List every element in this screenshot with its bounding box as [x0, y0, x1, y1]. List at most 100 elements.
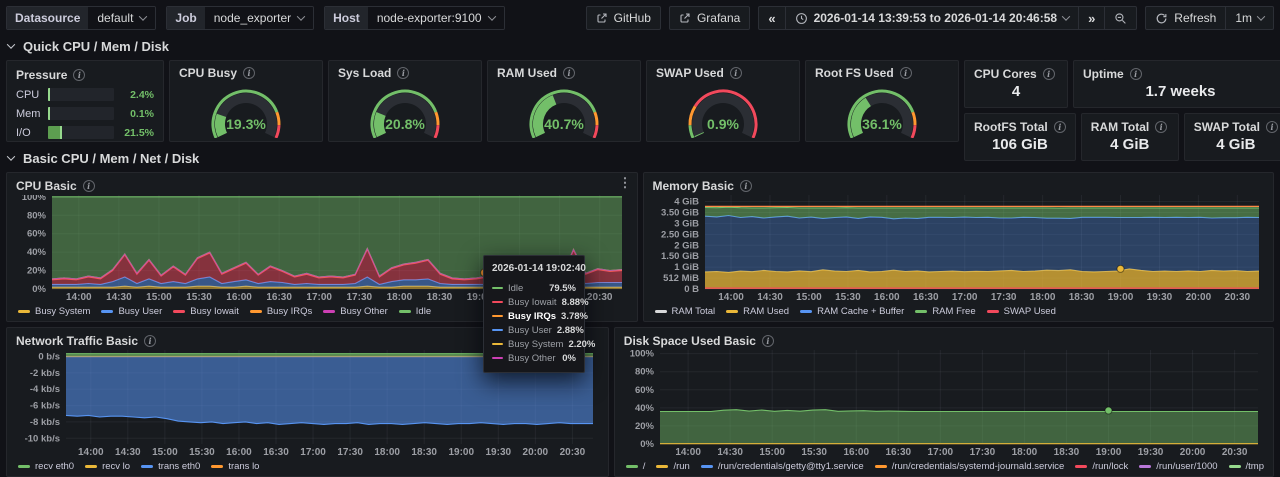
legend-item-busy-user[interactable]: Busy User [101, 306, 162, 317]
info-icon[interactable]: i [900, 67, 912, 79]
panel-title[interactable]: RootFS Total [974, 120, 1048, 134]
chevron-down-icon [1257, 12, 1265, 20]
refresh-button[interactable]: Refresh [1145, 6, 1226, 30]
gauge-panel-cpu-busy: CPU Busy i19.3% [169, 60, 323, 142]
svg-text:20%: 20% [635, 421, 655, 432]
svg-text:60%: 60% [635, 385, 655, 396]
legend-label: Busy Iowait [190, 306, 239, 317]
memory-basic-chart[interactable]: 0 B512 MiB1 GiB1.50 GiB2 GiB2.50 GiB3 Gi… [653, 195, 1265, 303]
legend-item-ram-cache-buffer[interactable]: RAM Cache + Buffer [800, 306, 904, 317]
disk-space-chart[interactable]: 0%20%40%60%80%100%14:0014:3015:0015:3016… [624, 350, 1264, 458]
panel-title[interactable]: SWAP Total [1194, 120, 1260, 134]
svg-text:-2 kb/s: -2 kb/s [30, 368, 60, 379]
legend-item-swap-used[interactable]: SWAP Used [987, 306, 1056, 317]
panel-title[interactable]: Network Traffic Basic [16, 334, 138, 348]
legend-item-run[interactable]: /run [656, 461, 689, 472]
gauge: 19.3% [179, 80, 313, 138]
info-icon[interactable]: i [144, 335, 156, 347]
info-icon[interactable]: i [1054, 121, 1066, 133]
info-icon[interactable]: i [397, 67, 409, 79]
info-icon[interactable]: i [73, 69, 85, 81]
legend-item-busy-irqs[interactable]: Busy IRQs [250, 306, 312, 317]
time-shift-back-button[interactable]: « [758, 6, 785, 30]
legend-item-tmp[interactable]: /tmp [1229, 461, 1264, 472]
variable-job-select[interactable]: node_exporter [205, 7, 313, 29]
panel-title[interactable]: CPU Cores [974, 67, 1037, 81]
tooltip-series-name: Busy User [508, 325, 552, 336]
panel-title[interactable]: RAM Used [497, 66, 557, 80]
tooltip-series-value: 79.5% [549, 283, 576, 294]
svg-text:16:30: 16:30 [885, 447, 911, 458]
legend-item-ram-free[interactable]: RAM Free [915, 306, 975, 317]
gauge: 20.8% [338, 80, 472, 138]
panel-title[interactable]: Memory Basic [653, 179, 734, 193]
info-icon[interactable]: i [740, 180, 752, 192]
tooltip-row-busy-system: Busy System2.20% [492, 337, 576, 351]
legend-item-ram-total[interactable]: RAM Total [655, 306, 716, 317]
tooltip-series-name: Busy IRQs [508, 311, 556, 322]
legend-item-run-user-1000[interactable]: /run/user/1000 [1139, 461, 1217, 472]
legend-item-ram-used[interactable]: RAM Used [726, 306, 789, 317]
variable-host-select[interactable]: node-exporter:9100 [368, 7, 504, 29]
legend-item-busy-system[interactable]: Busy System [18, 306, 90, 317]
template-variables: Datasource default Job node_exporter Hos… [6, 6, 505, 30]
panel-title[interactable]: Root FS Used [815, 66, 894, 80]
panel-title[interactable]: SWAP Used [656, 66, 724, 80]
section-quick-cpu-mem-disk[interactable]: Quick CPU / Mem / Disk [8, 36, 1274, 56]
legend-item-busy-iowait[interactable]: Busy Iowait [173, 306, 239, 317]
section-title: Quick CPU / Mem / Disk [23, 39, 169, 54]
legend-label: Busy User [118, 306, 162, 317]
legend-label: /run/credentials/getty@tty1.service [718, 461, 864, 472]
github-link-button[interactable]: GitHub [586, 6, 661, 30]
panel-title[interactable]: CPU Basic [16, 179, 77, 193]
time-range-picker[interactable]: 2026-01-14 13:39:53 to 2026-01-14 20:46:… [785, 6, 1080, 30]
legend-label: RAM Total [672, 306, 716, 317]
legend-item-trans-eth0[interactable]: trans eth0 [141, 461, 200, 472]
legend-item-busy-other[interactable]: Busy Other [323, 306, 388, 317]
panel-title[interactable]: Disk Space Used Basic [624, 334, 756, 348]
grafana-link-button[interactable]: Grafana [669, 6, 750, 30]
info-icon[interactable]: i [1130, 68, 1142, 80]
svg-text:18:30: 18:30 [427, 292, 453, 303]
info-icon[interactable]: i [1266, 121, 1278, 133]
legend-item-idle[interactable]: Idle [399, 306, 431, 317]
gauge: 40.7% [497, 80, 631, 138]
info-icon[interactable]: i [563, 67, 575, 79]
legend-item-trans-lo[interactable]: trans lo [211, 461, 259, 472]
zoom-out-button[interactable] [1104, 6, 1137, 30]
legend-item-recv-eth0[interactable]: recv eth0 [18, 461, 74, 472]
panel-title[interactable]: Pressure [16, 68, 67, 82]
svg-text:0 B: 0 B [684, 284, 699, 295]
svg-text:14:00: 14:00 [78, 447, 104, 458]
info-icon[interactable]: i [243, 67, 255, 79]
svg-text:0%: 0% [640, 439, 654, 450]
variable-datasource-select[interactable]: default [88, 7, 155, 29]
info-icon[interactable]: i [83, 180, 95, 192]
panel-menu-icon[interactable]: ⋮ [619, 177, 632, 189]
legend-swatch [655, 310, 667, 313]
time-range-text: 2026-01-14 13:39:53 to 2026-01-14 20:46:… [814, 11, 1058, 25]
legend-item-run-credentials-systemd-journald-service[interactable]: /run/credentials/systemd-journald.servic… [875, 461, 1065, 472]
panel-title[interactable]: Uptime [1083, 67, 1124, 81]
info-icon[interactable]: i [1155, 121, 1167, 133]
legend-item-run-credentials-getty-tty1-service[interactable]: /run/credentials/getty@tty1.service [701, 461, 864, 472]
panel-pressure: Pressure i CPU2.4%Mem0.1%I/O21.5% [6, 60, 164, 142]
svg-text:-10 kb/s: -10 kb/s [25, 433, 60, 444]
refresh-controls: Refresh 1m [1145, 6, 1274, 30]
svg-text:16:00: 16:00 [226, 292, 252, 303]
info-icon[interactable]: i [762, 335, 774, 347]
tooltip-series-name: Busy System [508, 339, 563, 350]
refresh-interval-select[interactable]: 1m [1225, 6, 1274, 30]
svg-text:19:00: 19:00 [1096, 447, 1122, 458]
legend-item-recv-lo[interactable]: recv lo [85, 461, 130, 472]
legend-item-[interactable]: / [626, 461, 646, 472]
panel-title[interactable]: CPU Busy [179, 66, 237, 80]
back-icon: « [768, 11, 775, 26]
legend-swatch [101, 310, 113, 313]
info-icon[interactable]: i [730, 67, 742, 79]
time-shift-forward-button[interactable]: » [1078, 6, 1105, 30]
panel-title[interactable]: RAM Total [1091, 120, 1149, 134]
legend-item-run-lock[interactable]: /run/lock [1075, 461, 1128, 472]
info-icon[interactable]: i [1043, 68, 1055, 80]
panel-title[interactable]: Sys Load [338, 66, 391, 80]
